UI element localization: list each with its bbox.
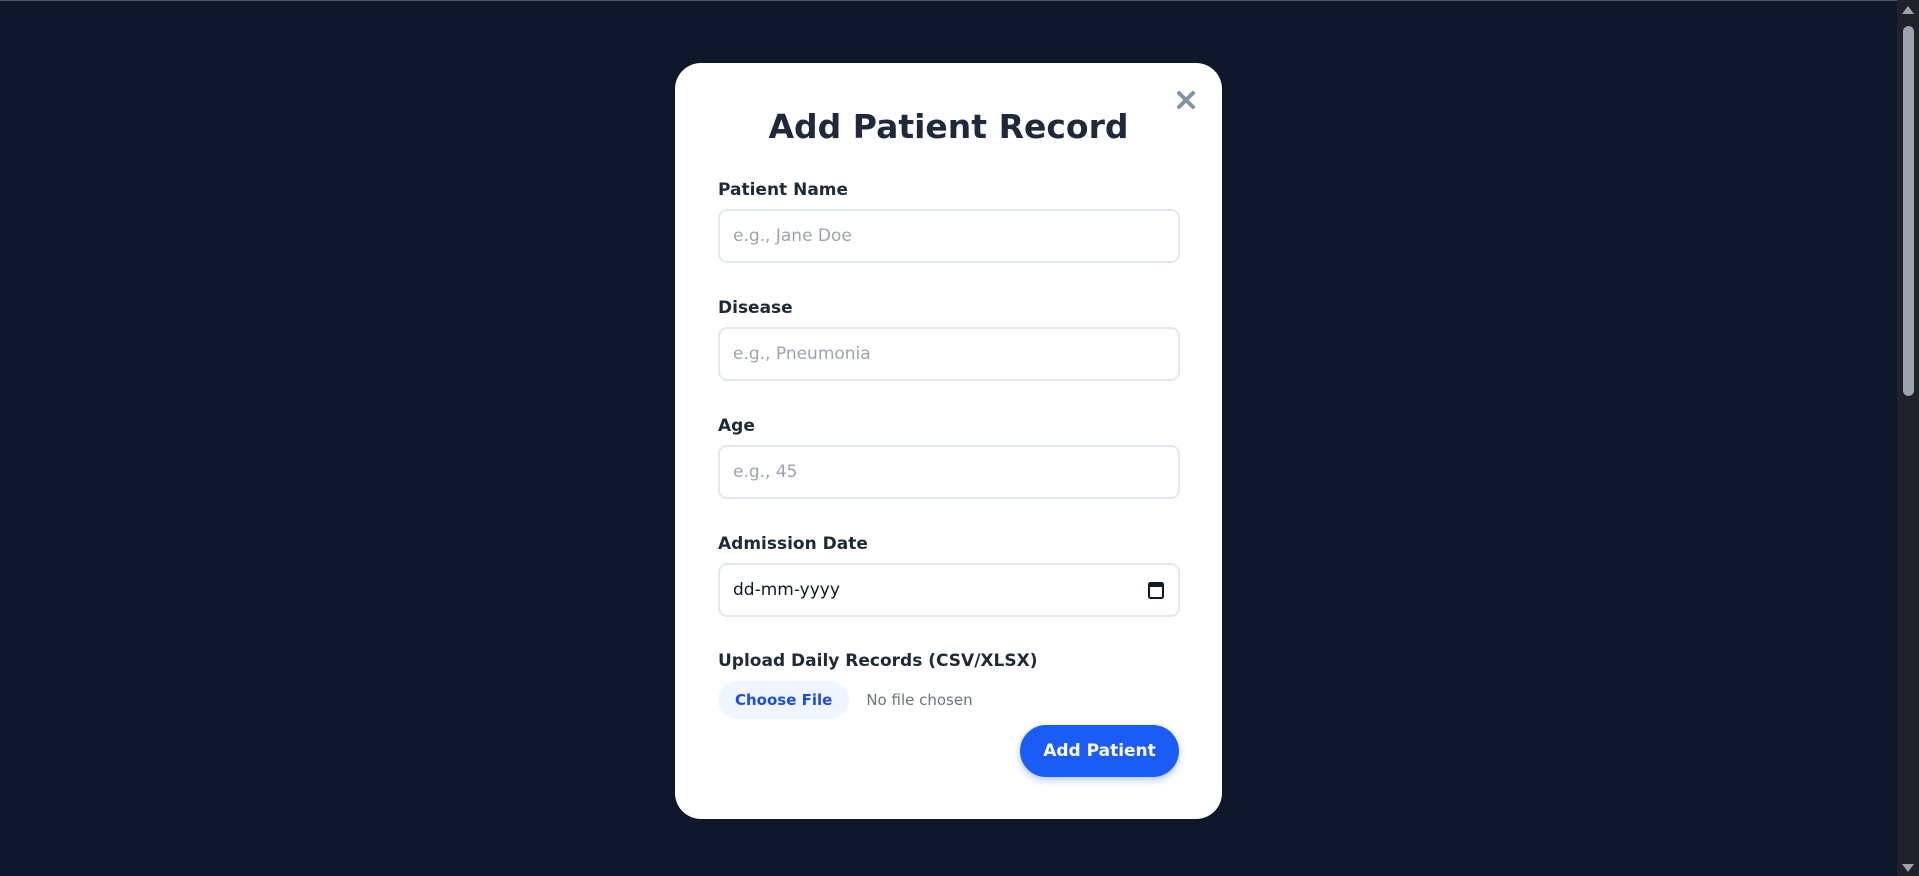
age-label: Age — [718, 416, 755, 436]
file-status: No file chosen — [866, 691, 973, 709]
admission-date-value: dd-mm-yyyy — [733, 580, 840, 600]
top-border — [0, 0, 1919, 1]
age-field: Age — [718, 416, 1180, 499]
file-input: Choose File No file chosen — [718, 681, 1179, 719]
add-patient-modal: Add Patient Record Patient Name Disease … — [675, 63, 1222, 819]
admission-date-label: Admission Date — [718, 534, 868, 554]
close-button[interactable] — [1172, 86, 1200, 114]
admission-date-field: Admission Date dd-mm-yyyy — [718, 534, 1180, 617]
patient-name-field: Patient Name — [718, 180, 1180, 263]
upload-field: Upload Daily Records (CSV/XLSX) Choose F… — [718, 651, 1179, 719]
upload-label: Upload Daily Records (CSV/XLSX) — [718, 651, 1038, 671]
disease-label: Disease — [718, 298, 793, 318]
calendar-icon[interactable] — [1148, 581, 1164, 599]
patient-name-label: Patient Name — [718, 180, 849, 200]
patient-name-input[interactable] — [718, 209, 1180, 263]
close-icon — [1177, 91, 1195, 109]
scroll-up-icon[interactable] — [1902, 6, 1914, 14]
scroll-down-icon[interactable] — [1902, 864, 1914, 872]
disease-field: Disease — [718, 298, 1180, 381]
add-patient-button[interactable]: Add Patient — [1020, 725, 1179, 777]
age-input[interactable] — [718, 445, 1180, 499]
scroll-thumb[interactable] — [1903, 26, 1914, 396]
choose-file-button[interactable]: Choose File — [718, 681, 850, 719]
modal-title: Add Patient Record — [768, 107, 1129, 146]
admission-date-input[interactable]: dd-mm-yyyy — [718, 563, 1180, 617]
scrollbar[interactable] — [1897, 0, 1919, 876]
disease-input[interactable] — [718, 327, 1180, 381]
